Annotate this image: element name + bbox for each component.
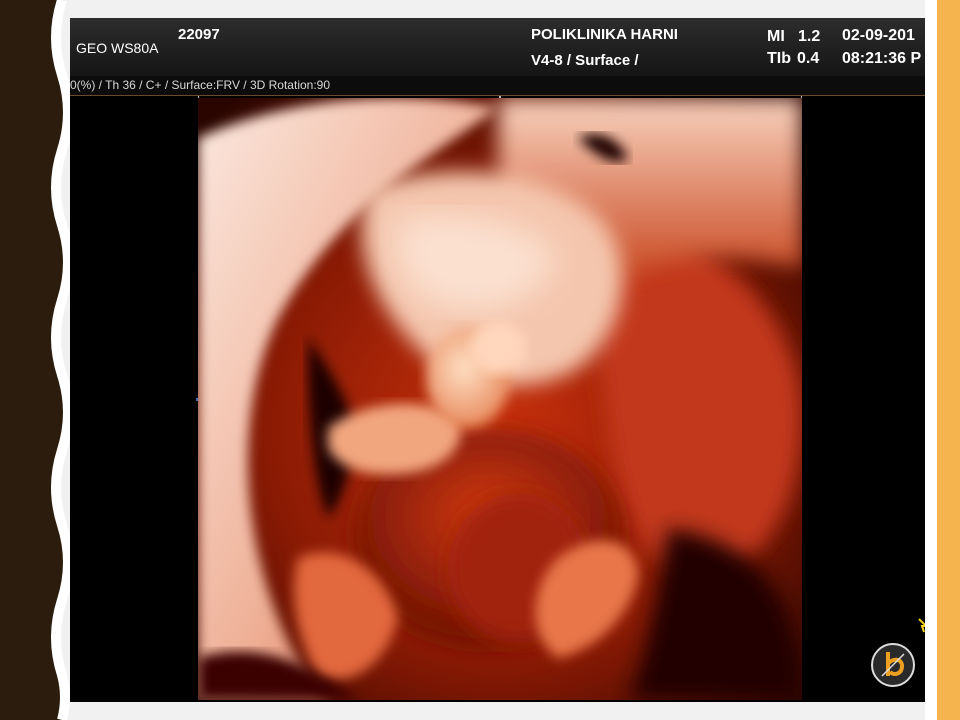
parameter-bar: 0(%) / Th 36 / C+ / Surface:FRV / 3D Rot… [70, 76, 925, 96]
machine-model: GEO WS80A [76, 40, 159, 56]
exam-date: 02-09-201 [842, 27, 915, 44]
right-accent-border [925, 0, 960, 720]
patient-id: 22097 [178, 26, 220, 43]
ultrasound-screen: GEO WS80A 22097 POLIKLINIKA HARNI V4-8 /… [70, 18, 925, 702]
slide: GEO WS80A 22097 POLIKLINIKA HARNI V4-8 /… [0, 0, 960, 720]
imaging-parameters: 0(%) / Th 36 / C+ / Surface:FRV / 3D Rot… [70, 78, 331, 92]
exam-time: 08:21:36 P [842, 50, 922, 67]
fetal-3d-render [198, 98, 802, 700]
tib-label: TIb [767, 50, 791, 67]
mi-label: MI [767, 28, 785, 45]
ultrasound-header: GEO WS80A 22097 POLIKLINIKA HARNI V4-8 /… [70, 18, 925, 76]
fetal-3d-ultrasound-render-icon [198, 98, 802, 700]
mi-value: 1.2 [798, 28, 821, 45]
clinic-name: POLIKLINIKA HARNI [531, 26, 678, 43]
tib-value: 0.4 [797, 50, 820, 67]
orange-accent-strip [937, 0, 960, 720]
cursor-arrow-icon [918, 618, 925, 633]
samsung-medison-logo-icon [871, 643, 915, 687]
right-border-gap [925, 0, 937, 720]
probe-mode: V4-8 / Surface / [531, 52, 639, 69]
